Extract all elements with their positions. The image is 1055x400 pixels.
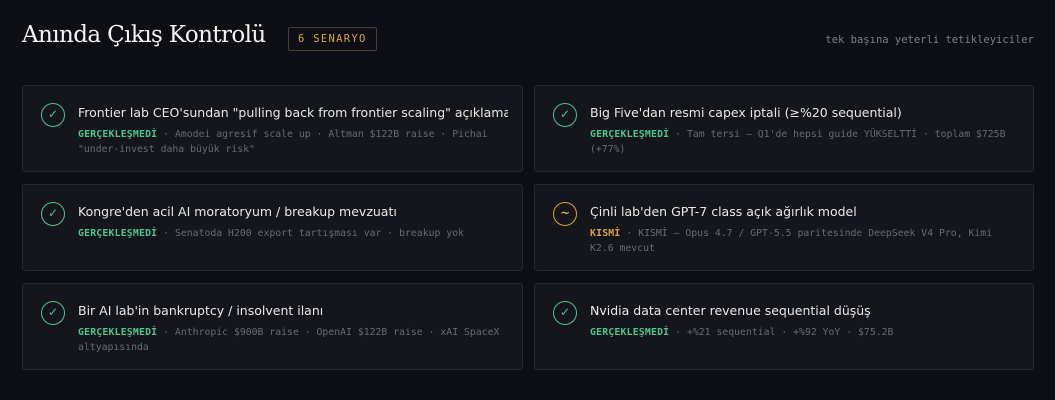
detail-text: · Senatoda H200 export tartışması var · … xyxy=(157,228,464,239)
scenario-count-badge: 6 SENARYO xyxy=(288,27,377,51)
page-header: Anında Çıkış Kontrolü 6 SENARYO tek başı… xyxy=(22,22,1034,56)
scenario-card: ✓ Frontier lab CEO'sundan "pulling back … xyxy=(22,85,523,172)
scenario-card: ✓ Kongre'den acil AI moratoryum / breaku… xyxy=(22,184,523,271)
detail-text: · +%21 sequential · +%92 YoY · $75.2B xyxy=(669,327,894,338)
scenario-title: Nvidia data center revenue sequential dü… xyxy=(590,303,871,318)
status-label: GERÇEKLEŞMEDİ xyxy=(590,129,670,140)
scenario-detail: GERÇEKLEŞMEDİ · Amodei agresif scale up … xyxy=(78,127,508,157)
status-label: GERÇEKLEŞMEDİ xyxy=(78,327,158,338)
tilde-icon: ~ xyxy=(553,202,577,226)
check-icon: ✓ xyxy=(41,301,65,325)
scenario-detail: GERÇEKLEŞMEDİ · +%21 sequential · +%92 Y… xyxy=(590,325,1019,340)
status-label: GERÇEKLEŞMEDİ xyxy=(590,327,670,338)
scenario-card: ~ Çinli lab'den GPT-7 class açık ağırlık… xyxy=(534,184,1034,271)
page-subtitle: tek başına yeterli tetikleyiciler xyxy=(825,34,1034,46)
scenario-title: Çinli lab'den GPT-7 class açık ağırlık m… xyxy=(590,204,857,219)
scenario-card: ✓ Big Five'dan resmi capex iptali (≥%20 … xyxy=(534,85,1034,172)
scenario-detail: GERÇEKLEŞMEDİ · Tam tersi — Q1'de hepsi … xyxy=(590,127,1019,157)
scenario-title: Big Five'dan resmi capex iptali (≥%20 se… xyxy=(590,105,902,120)
scenario-title: Kongre'den acil AI moratoryum / breakup … xyxy=(78,204,397,219)
scenario-detail: GERÇEKLEŞMEDİ · Senatoda H200 export tar… xyxy=(78,226,508,241)
scenario-title: Bir AI lab'in bankruptcy / insolvent ila… xyxy=(78,303,324,318)
scenario-title: Frontier lab CEO'sundan "pulling back fr… xyxy=(78,105,508,120)
check-icon: ✓ xyxy=(41,103,65,127)
scenario-detail: KISMİ · KISMİ — Opus 4.7 / GPT-5.5 parit… xyxy=(590,226,1019,256)
page-title: Anında Çıkış Kontrolü xyxy=(22,22,266,48)
check-icon: ✓ xyxy=(553,103,577,127)
check-icon: ✓ xyxy=(41,202,65,226)
scenario-detail: GERÇEKLEŞMEDİ · Anthropic $900B raise · … xyxy=(78,325,508,355)
status-label: KISMİ xyxy=(590,228,621,239)
status-label: GERÇEKLEŞMEDİ xyxy=(78,228,158,239)
check-icon: ✓ xyxy=(553,301,577,325)
scenario-grid: ✓ Frontier lab CEO'sundan "pulling back … xyxy=(22,85,1034,370)
detail-text: · KISMİ — Opus 4.7 / GPT-5.5 paritesinde… xyxy=(590,228,993,254)
status-label: GERÇEKLEŞMEDİ xyxy=(78,129,158,140)
scenario-card: ✓ Nvidia data center revenue sequential … xyxy=(534,283,1034,370)
scenario-card: ✓ Bir AI lab'in bankruptcy / insolvent i… xyxy=(22,283,523,370)
